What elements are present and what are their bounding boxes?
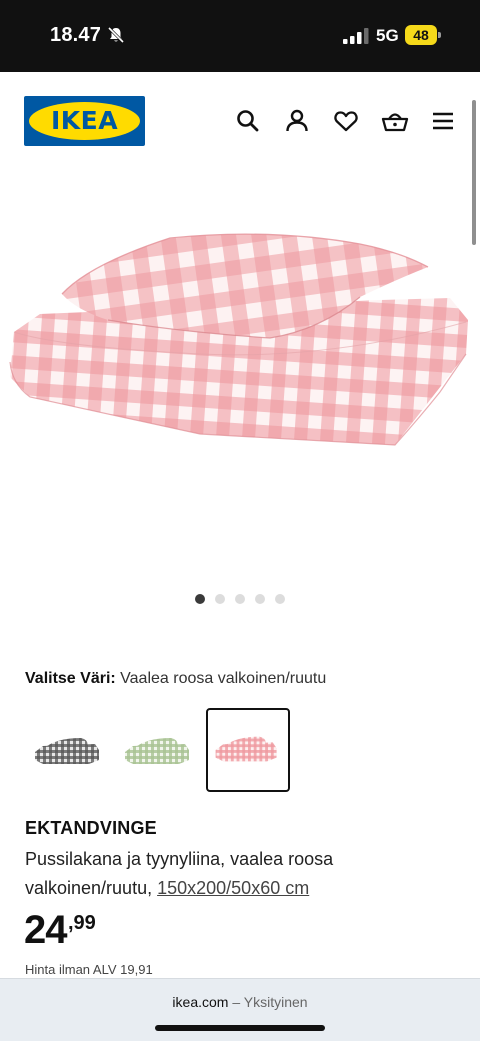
- product-name: EKTANDVINGE: [25, 818, 157, 838]
- color-swatch-light-green[interactable]: [115, 708, 199, 792]
- color-swatch-light-pink[interactable]: [206, 708, 290, 792]
- color-swatch-dark-grey[interactable]: [25, 708, 109, 792]
- menu-icon[interactable]: [431, 108, 457, 134]
- logo-text: IKEA: [50, 106, 119, 135]
- shopping-bag-icon[interactable]: [381, 108, 409, 134]
- color-selector-label: Valitse Väri: Vaalea roosa valkoinen/ruu…: [25, 670, 326, 688]
- carousel-dot[interactable]: [195, 594, 205, 604]
- address-text[interactable]: ikea.com – Yksityinen: [0, 994, 480, 1010]
- signal-icon: [343, 28, 369, 44]
- site-header: IKEA: [0, 72, 480, 172]
- price-without-vat: Hinta ilman ALV 19,91: [25, 962, 153, 977]
- product-image[interactable]: [0, 172, 480, 582]
- carousel-dot[interactable]: [255, 594, 265, 604]
- home-indicator[interactable]: [155, 1025, 325, 1031]
- image-carousel-dots: [195, 594, 285, 606]
- product-description: Pussilakana ja tyynyliina, vaalea roosa …: [25, 845, 445, 903]
- status-bar: 18.47 5G 48: [0, 0, 480, 72]
- clock: 18.47: [50, 24, 102, 46]
- price-integer: 24: [24, 908, 67, 952]
- size-link[interactable]: 150x200/50x60 cm: [157, 878, 309, 898]
- battery-icon: 48: [405, 25, 441, 45]
- heart-icon[interactable]: [333, 108, 359, 134]
- carousel-dot[interactable]: [215, 594, 225, 604]
- address-domain: ikea.com: [172, 994, 229, 1010]
- color-value: Vaalea roosa valkoinen/ruutu: [120, 670, 327, 687]
- color-label: Valitse Väri:: [25, 670, 116, 687]
- product-price: 24 ,99: [24, 908, 96, 953]
- browser-address-bar[interactable]: ikea.com – Yksityinen: [0, 978, 480, 1041]
- ikea-logo[interactable]: IKEA: [24, 96, 145, 146]
- price-decimals: ,99: [68, 912, 96, 934]
- battery-level: 48: [405, 25, 437, 45]
- account-icon[interactable]: [284, 108, 310, 134]
- carousel-dot[interactable]: [235, 594, 245, 604]
- bell-muted-icon: [107, 26, 125, 44]
- carousel-dot[interactable]: [275, 594, 285, 604]
- network-type: 5G: [376, 26, 399, 45]
- search-icon[interactable]: [235, 108, 261, 134]
- address-subtitle: – Yksityinen: [232, 994, 308, 1010]
